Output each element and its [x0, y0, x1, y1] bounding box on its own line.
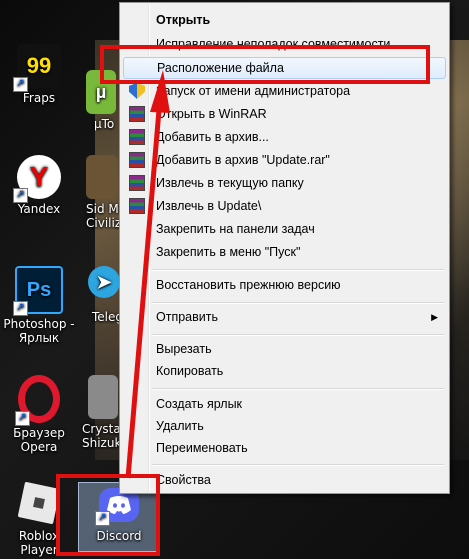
annotation-arrow-line — [125, 109, 162, 479]
annotation-arrow — [125, 70, 170, 479]
annotation-arrow-head — [150, 70, 170, 113]
